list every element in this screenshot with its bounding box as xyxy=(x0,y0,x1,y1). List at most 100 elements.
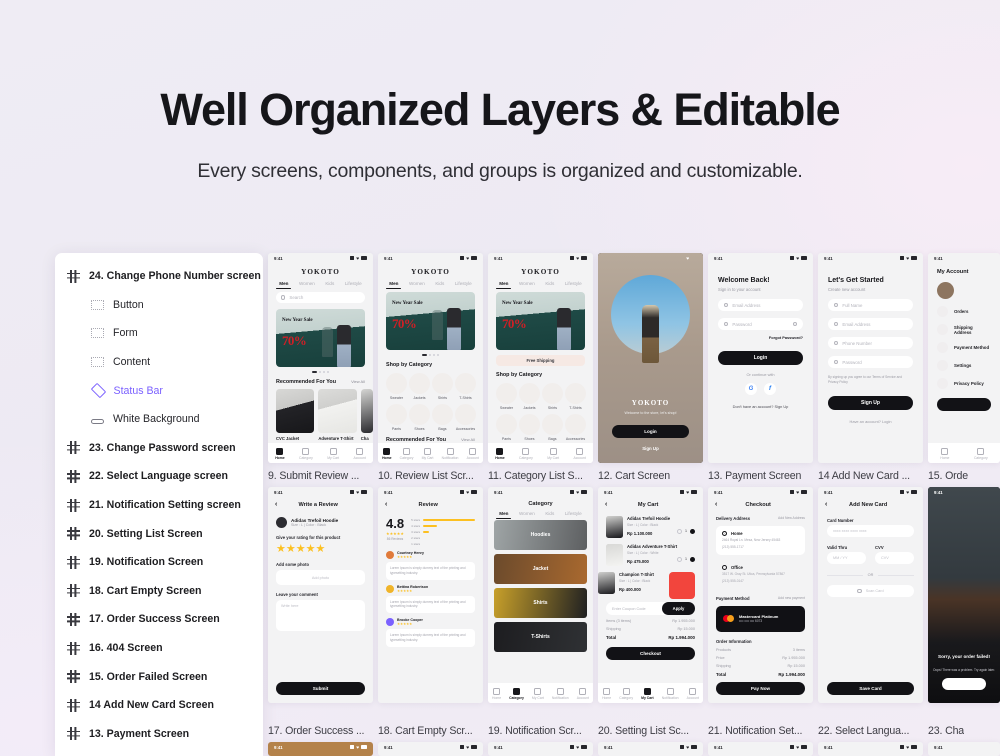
password-field[interactable]: Password xyxy=(828,356,913,368)
screen-order-failed[interactable]: 9:41 Sorry, your order failed! Oops! The… xyxy=(928,487,1000,703)
email-field[interactable]: Email Address xyxy=(828,318,913,330)
delete-button[interactable] xyxy=(669,572,695,599)
category-tabs[interactable]: Men Women Kids Lifestyle xyxy=(488,509,593,519)
screen-payment[interactable]: 9:41 ‹ Checkout Delivery Address Add New… xyxy=(708,487,813,703)
tab-lifestyle[interactable]: Lifestyle xyxy=(345,281,362,286)
view-all-link[interactable]: View All xyxy=(351,379,365,384)
tabbar-cart[interactable]: My Cart xyxy=(422,447,433,460)
tabbar-notification[interactable]: Notification xyxy=(662,687,679,700)
category-item[interactable]: Shirts xyxy=(432,373,453,400)
layer-row-frame-21[interactable]: 21. Notification Setting screen xyxy=(55,491,263,520)
layer-row-frame-23[interactable]: 23. Change Password screen xyxy=(55,434,263,463)
category-item[interactable]: T-Shirts xyxy=(565,383,586,410)
tabbar-account[interactable]: Account xyxy=(353,447,366,460)
valid-thru-input[interactable]: MM / YY xyxy=(827,552,866,564)
social-buttons[interactable]: G f xyxy=(708,383,813,395)
screen-submit-review[interactable]: 9:41 ‹ Write a Review Adidas Trefoil Hoo… xyxy=(268,487,373,703)
add-payment-link[interactable]: Add new payment xyxy=(778,596,805,601)
tab-lifestyle[interactable]: Lifestyle xyxy=(565,511,582,516)
password-field[interactable]: Password xyxy=(718,318,803,330)
screen-cart[interactable]: 9:41 ‹ My Cart Adidas Trefoil Hoodie Siz… xyxy=(598,487,703,703)
layer-row-button[interactable]: Button xyxy=(55,291,263,320)
fullname-field[interactable]: Full Name xyxy=(828,299,913,311)
checkout-button[interactable]: Checkout xyxy=(606,647,695,660)
tab-lifestyle[interactable]: Lifestyle xyxy=(455,281,472,286)
account-profile[interactable] xyxy=(937,282,991,299)
screen-cart-empty[interactable]: 9:41 xyxy=(378,742,483,756)
terms-text[interactable]: By signing up you agree to our Terms of … xyxy=(828,375,913,385)
layer-row-content[interactable]: Content xyxy=(55,348,263,377)
tabbar-cart[interactable]: My Cart xyxy=(547,447,559,460)
tabbar-category[interactable]: Category xyxy=(519,447,533,460)
screen-select-language[interactable]: 9:41 xyxy=(818,742,923,756)
screen-order-success[interactable]: 9:41 xyxy=(268,742,373,756)
category-item[interactable]: Accessories xyxy=(565,414,586,441)
tabbar-home[interactable]: Home xyxy=(492,687,501,700)
submit-button[interactable]: Submit xyxy=(276,682,365,695)
category-band-hoodies[interactable]: Hoodies xyxy=(494,520,587,550)
screen-change-password[interactable]: 9:41 xyxy=(928,742,1000,756)
layer-row-frame-22[interactable]: 22. Select Language screen xyxy=(55,462,263,491)
tab-women[interactable]: Women xyxy=(519,281,535,286)
tab-women[interactable]: Women xyxy=(299,281,315,286)
tabbar-notification[interactable]: Notification xyxy=(552,687,569,700)
screen-notification[interactable]: 9:41 xyxy=(488,742,593,756)
category-item[interactable]: Sweater xyxy=(496,383,517,410)
signup-footer[interactable]: Don't have an account? Sign Up xyxy=(708,404,813,409)
cvv-input[interactable]: CVV xyxy=(875,552,914,564)
account-item-orders[interactable]: Orders xyxy=(937,306,991,317)
category-item[interactable]: Shoes xyxy=(519,414,540,441)
forgot-password-link[interactable]: Forgot Password? xyxy=(718,335,803,340)
tab-men[interactable]: Men xyxy=(496,281,512,289)
tab-lifestyle[interactable]: Lifestyle xyxy=(565,281,582,286)
product-card[interactable]: CVC Jacket xyxy=(276,389,315,441)
plus-icon[interactable] xyxy=(690,528,695,534)
back-icon[interactable]: ‹ xyxy=(605,501,607,508)
address-office[interactable]: Office 3517 W. Gray St. Utica, Pennsylva… xyxy=(716,560,805,589)
tabbar-account[interactable]: Account xyxy=(573,447,586,460)
tab-kids[interactable]: Kids xyxy=(545,281,554,286)
screen-review-list[interactable]: 9:41 ‹ Review 4.8 ★★★★★ 86 Reviews 5 sta… xyxy=(378,487,483,703)
screen-my-account[interactable]: 9:41 My Account Orders Shipping Address … xyxy=(928,253,1000,463)
tabbar-cart[interactable]: My Cart xyxy=(327,447,339,460)
layers-panel[interactable]: 24. Change Phone Number screen Button Fo… xyxy=(55,253,263,756)
radio-icon[interactable] xyxy=(722,531,727,536)
category-tabs[interactable]: Men Women Kids Lifestyle xyxy=(378,279,483,289)
save-card-button[interactable]: Save Card xyxy=(827,682,914,695)
scan-card-button[interactable]: Scan Card xyxy=(827,585,914,597)
login-button[interactable]: Login xyxy=(612,425,689,438)
carousel-dots[interactable] xyxy=(378,354,483,357)
screen-onboarding[interactable]: 9:41 YOKOTO Welcome to the store, let's … xyxy=(598,253,703,463)
star-rating[interactable]: ★★★★★ xyxy=(276,542,365,555)
plus-icon[interactable] xyxy=(690,556,695,562)
phone-field[interactable]: Phone Number xyxy=(828,337,913,349)
cart-item-swiped[interactable]: Champion T-Shirt Size : L | Color : Blac… xyxy=(598,572,695,599)
tab-women[interactable]: Women xyxy=(409,281,425,286)
category-item[interactable]: Jackets xyxy=(409,373,430,400)
promo-banner[interactable]: New Year Sale 70% xyxy=(496,292,585,350)
google-icon[interactable]: G xyxy=(745,383,757,395)
tabbar-notification[interactable]: Notification xyxy=(442,447,458,460)
address-home[interactable]: Home 2464 Royal Ln. Mesa, New Jersey 454… xyxy=(716,526,805,556)
layer-row-form[interactable]: Form xyxy=(55,319,263,348)
product-card[interactable]: Cha xyxy=(360,389,373,441)
back-icon[interactable]: ‹ xyxy=(825,501,827,508)
cart-item[interactable]: Adidas Adventure T-Shirt Size : L | Colo… xyxy=(606,544,695,566)
bottom-tabbar[interactable]: Home Category My Cart Notification Accou… xyxy=(378,443,483,463)
tab-kids[interactable]: Kids xyxy=(325,281,334,286)
tab-kids[interactable]: Kids xyxy=(435,281,444,286)
category-item[interactable]: Bags xyxy=(432,404,453,431)
category-item[interactable]: Accessories xyxy=(455,404,476,431)
payment-card[interactable]: Mastercard Platinum •••• •••• •••• 6073 xyxy=(716,605,805,632)
screen-add-new-card[interactable]: 9:41 ‹ Add New Card Card Number xxxx xxx… xyxy=(818,487,923,703)
email-field[interactable]: Email Address xyxy=(718,299,803,311)
screen-home-shipping[interactable]: 9:41 YOKOTO Men Women Kids Lifestyle New… xyxy=(488,253,593,463)
layer-row-frame-13[interactable]: 13. Payment Screen xyxy=(55,720,263,749)
logout-button[interactable] xyxy=(937,398,991,411)
eye-icon[interactable] xyxy=(792,321,797,327)
category-item[interactable]: Shirts xyxy=(542,383,563,410)
bottom-tabbar[interactable]: Home Category My Cart Account xyxy=(488,443,593,463)
tabbar-category[interactable]: Category xyxy=(619,687,633,700)
layer-row-frame-24[interactable]: 24. Change Phone Number screen xyxy=(55,262,263,291)
tabbar-account[interactable]: Account xyxy=(577,687,589,700)
